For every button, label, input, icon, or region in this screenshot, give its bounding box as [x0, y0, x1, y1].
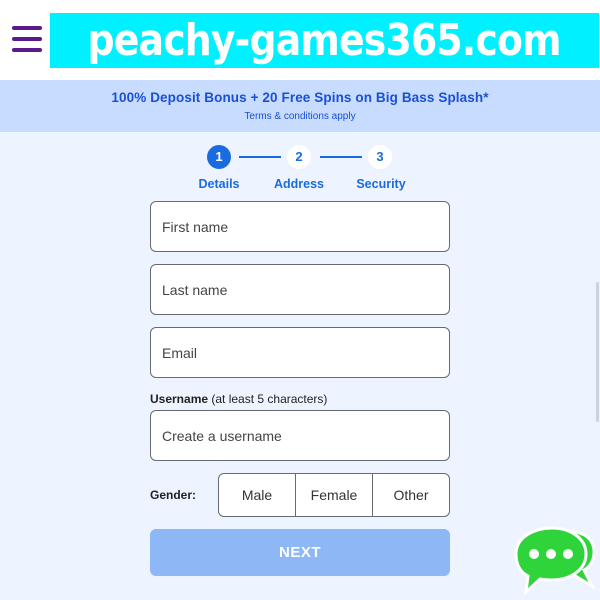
step-1-indicator: 1 — [207, 145, 231, 169]
gender-selector: Male Female Other — [218, 473, 450, 517]
hamburger-icon[interactable] — [12, 26, 42, 52]
logo-text: peachy-games365.com — [87, 15, 562, 66]
terms-link[interactable]: Terms & conditions apply — [0, 111, 600, 122]
gender-option-female[interactable]: Female — [295, 474, 372, 516]
gender-option-male[interactable]: Male — [219, 474, 295, 516]
username-field[interactable] — [150, 410, 450, 461]
step-3-indicator: 3 — [368, 145, 392, 169]
username-hint: (at least 5 characters) — [211, 392, 328, 406]
menu-bar — [12, 37, 42, 41]
site-header: peachy-games365.com — [0, 0, 600, 80]
promo-title: 100% Deposit Bonus + 20 Free Spins on Bi… — [111, 90, 489, 105]
gender-label: Gender: — [150, 488, 197, 502]
next-button[interactable]: NEXT — [150, 529, 450, 576]
step-1-label: Details — [198, 177, 240, 191]
step-2-indicator: 2 — [287, 145, 311, 169]
menu-bar — [12, 26, 42, 30]
menu-bar — [12, 48, 42, 52]
chat-bubbles-icon-graphic — [514, 526, 596, 596]
email-field[interactable] — [150, 327, 450, 378]
chat-bubbles-icon[interactable] — [512, 524, 598, 598]
username-label-text: Username — [150, 392, 209, 406]
step-connector — [320, 156, 362, 158]
first-name-field[interactable] — [150, 201, 450, 252]
step-connector — [239, 156, 281, 158]
gender-option-other[interactable]: Other — [372, 474, 449, 516]
step-2-label: Address — [273, 177, 325, 191]
last-name-field[interactable] — [150, 264, 450, 315]
scrollbar-thumb[interactable] — [596, 282, 599, 422]
site-logo[interactable]: peachy-games365.com — [50, 13, 599, 68]
registration-stepper: 1 2 3 Details Address Security — [0, 144, 600, 194]
promo-banner: 100% Deposit Bonus + 20 Free Spins on Bi… — [0, 80, 600, 132]
username-label: Username (at least 5 characters) — [150, 392, 327, 406]
step-3-label: Security — [356, 177, 406, 191]
